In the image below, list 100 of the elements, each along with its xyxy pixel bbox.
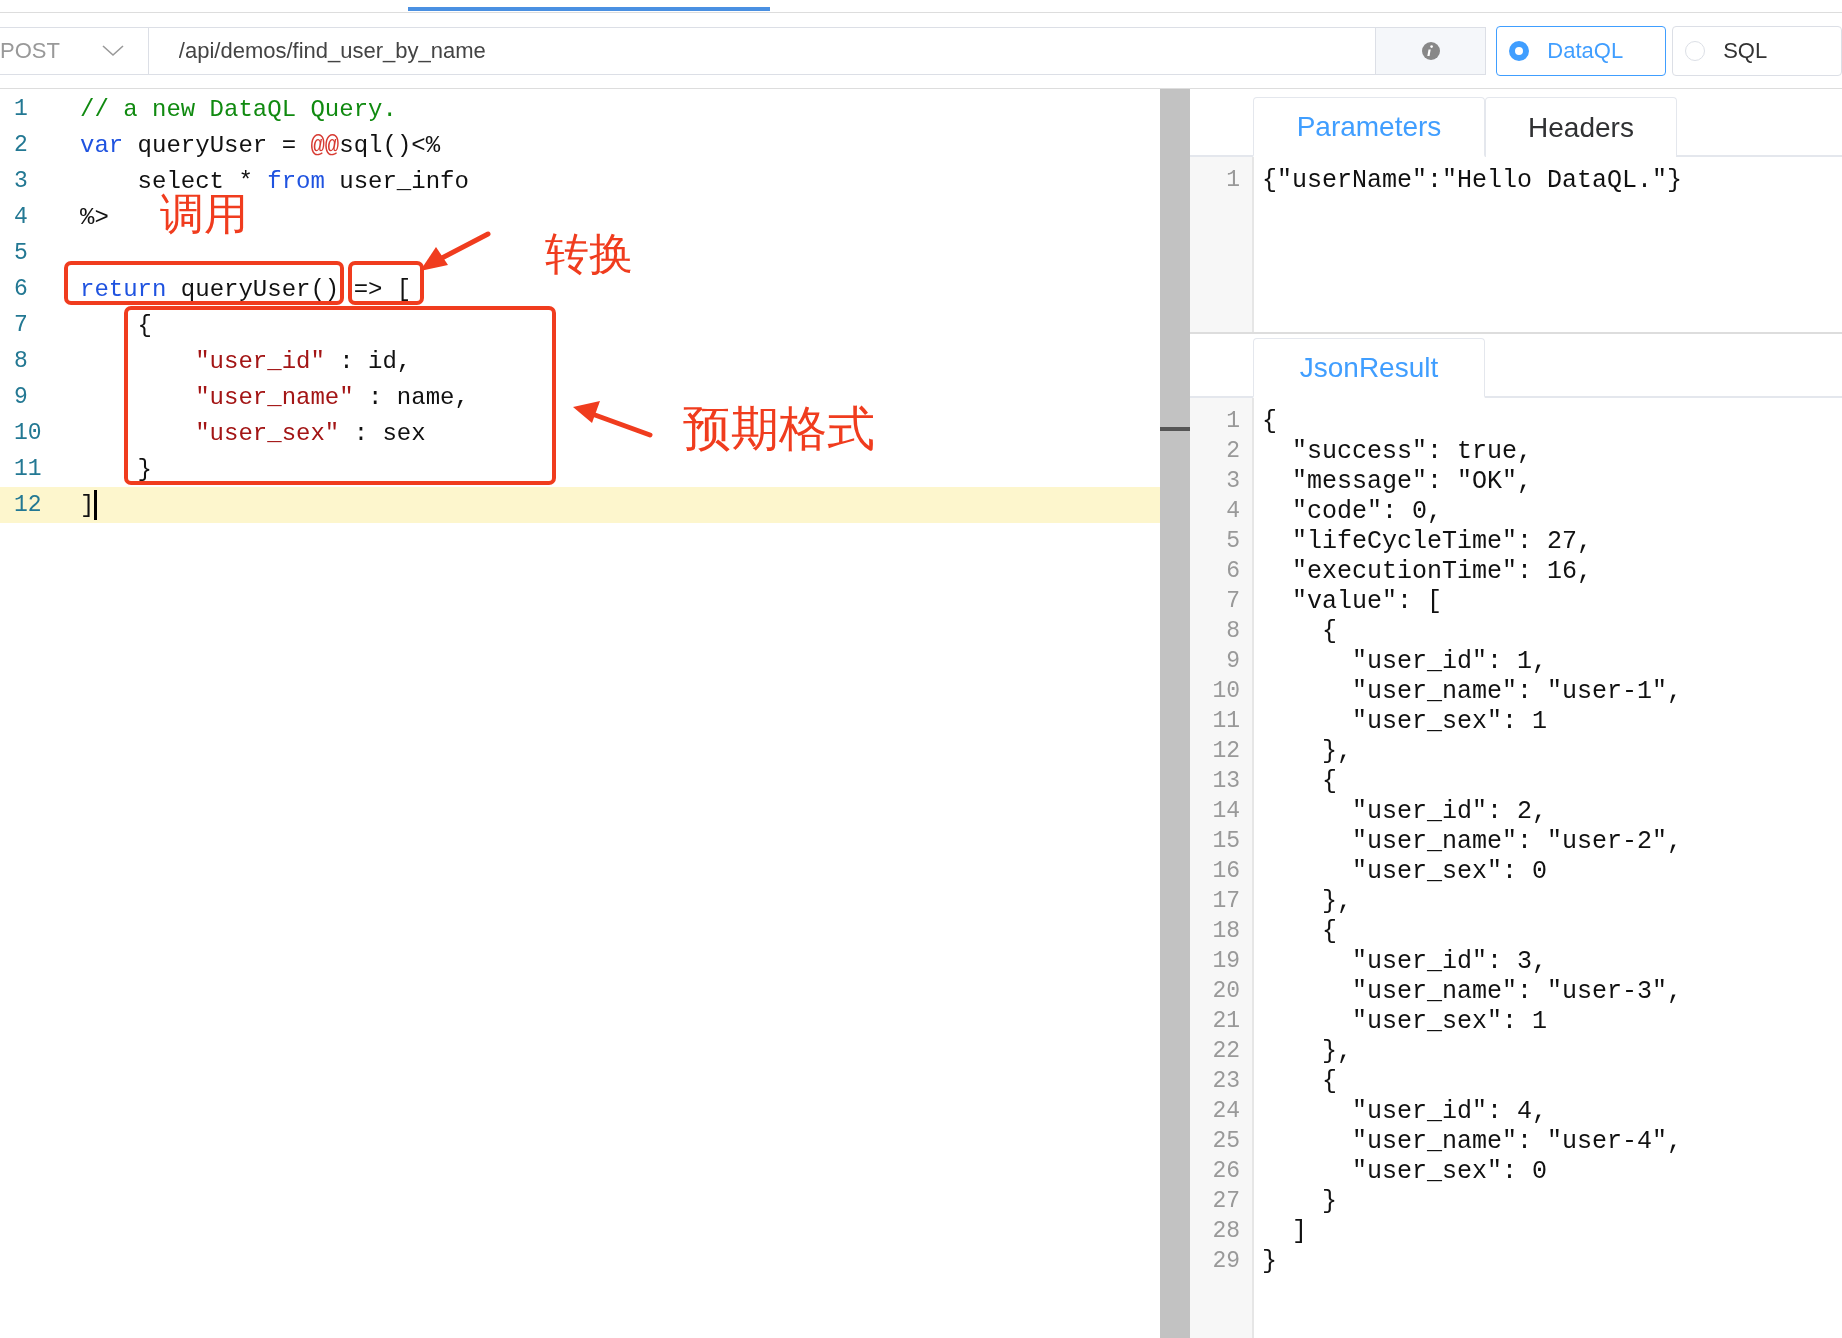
code-line: ] xyxy=(1291,1216,1307,1246)
line-number: 27 xyxy=(1211,1188,1240,1214)
line-number: 8 xyxy=(13,348,29,374)
code-line: }, xyxy=(1321,886,1352,916)
line-number: 4 xyxy=(13,204,29,230)
code-token: } xyxy=(136,455,152,483)
scrollbar[interactable] xyxy=(1160,89,1190,1338)
code-token: sql()<% xyxy=(339,131,441,159)
code-token: user_info xyxy=(338,167,469,195)
line-number: 1 xyxy=(13,96,29,122)
code-token: from xyxy=(267,167,325,195)
panel-tab[interactable]: Headers xyxy=(1485,97,1677,157)
text-cursor xyxy=(94,490,98,520)
annotation-label: 转换 xyxy=(545,227,633,281)
code-token: { xyxy=(136,311,152,339)
code-token: "user_sex" xyxy=(194,419,340,447)
code-line: {"userName":"Hello DataQL."} xyxy=(1262,165,1683,195)
line-number: 26 xyxy=(1211,1158,1240,1184)
info-button[interactable] xyxy=(1376,27,1487,75)
line-number: 6 xyxy=(13,276,29,302)
url-field[interactable]: /api/demos/find_user_by_name xyxy=(147,27,1377,75)
code-token: queryUser = xyxy=(136,131,298,159)
code-line: { xyxy=(1321,1066,1337,1096)
line-number: 10 xyxy=(13,420,43,446)
code-line: }, xyxy=(1321,736,1352,766)
parameters-editor[interactable]: 1 {"userName":"Hello DataQL."} xyxy=(1190,157,1842,334)
code-token: "user_id" xyxy=(194,347,325,375)
code-line: "executionTime": 16, xyxy=(1291,556,1593,586)
line-number: 18 xyxy=(1211,918,1240,944)
line-number: 1 xyxy=(1225,167,1240,193)
line-number: 10 xyxy=(1211,678,1240,704)
line-number: 14 xyxy=(1211,798,1240,824)
line-number: 6 xyxy=(1225,558,1240,584)
code-line: { xyxy=(1321,616,1337,646)
line-number: 3 xyxy=(13,168,29,194)
code-token: ] xyxy=(80,491,95,519)
line-number: 2 xyxy=(13,132,29,158)
code-line: "user_id": 1, xyxy=(1351,646,1548,676)
code-line: "user_id": 3, xyxy=(1351,946,1548,976)
code-token: "user_name" xyxy=(194,383,354,411)
line-number: 28 xyxy=(1211,1218,1240,1244)
code-editor[interactable]: 1 // a new DataQL Query. 2 var queryUser = @@sql()<% 3 select * from user_info 4 %> 5 6 return queryUser() => [ 7 { 8 "user_id" : id, 9 "user_name" : name, 10 "user_sex" : sex 11 } 12 ] 调用 转换 预期格式 xyxy=(0,89,1160,1338)
line-number: 7 xyxy=(1225,588,1240,614)
line-number: 22 xyxy=(1211,1038,1240,1064)
line-number: 5 xyxy=(13,240,29,266)
info-icon xyxy=(1420,41,1441,61)
code-token: queryUser() xyxy=(179,275,340,303)
line-number: 12 xyxy=(13,492,43,518)
chevron-down-icon xyxy=(101,45,124,57)
line-number: 2 xyxy=(1225,438,1240,464)
line-number: 13 xyxy=(1211,768,1240,794)
code-line: "user_sex": 0 xyxy=(1351,856,1548,886)
code-line: "success": true, xyxy=(1291,436,1533,466)
annotation-label: 调用 xyxy=(160,188,248,241)
code-line: "user_id": 2, xyxy=(1351,796,1548,826)
code-line: "user_name": "user-1", xyxy=(1351,676,1683,706)
code-token: return xyxy=(80,275,167,303)
code-token: : name, xyxy=(367,383,469,411)
line-number: 3 xyxy=(1225,468,1240,494)
code-token: @@ xyxy=(310,131,340,159)
line-number: 21 xyxy=(1211,1008,1240,1034)
line-number: 12 xyxy=(1211,738,1240,764)
code-line: } xyxy=(1262,1246,1277,1276)
line-number: 4 xyxy=(1225,498,1240,524)
code-line: "user_name": "user-4", xyxy=(1351,1126,1683,1156)
line-number: 20 xyxy=(1211,978,1240,1004)
code-line: "user_name": "user-2", xyxy=(1351,826,1683,856)
line-number: 11 xyxy=(1211,708,1240,734)
code-line: "user_sex": 1 xyxy=(1351,1006,1548,1036)
code-line: "value": [ xyxy=(1291,586,1443,616)
line-number: 11 xyxy=(13,456,43,482)
code-line: "message": "OK", xyxy=(1291,466,1533,496)
code-line: "code": 0, xyxy=(1291,496,1443,526)
line-number: 24 xyxy=(1211,1098,1240,1124)
line-number: 8 xyxy=(1225,618,1240,644)
line-number: 1 xyxy=(1225,408,1240,434)
line-number: 9 xyxy=(13,384,29,410)
line-number: 16 xyxy=(1211,858,1240,884)
code-token: // a new DataQL Query. xyxy=(80,95,397,123)
code-line: } xyxy=(1321,1186,1337,1216)
code-line: "user_name": "user-3", xyxy=(1351,976,1683,1006)
code-line: { xyxy=(1321,766,1337,796)
code-line: }, xyxy=(1321,1036,1352,1066)
mode-radio-button[interactable]: SQL xyxy=(1672,26,1842,76)
code-line: "user_sex": 0 xyxy=(1351,1156,1548,1186)
line-number: 7 xyxy=(13,312,29,338)
code-token: : sex xyxy=(352,419,426,447)
line-number: 17 xyxy=(1211,888,1240,914)
code-token: %> xyxy=(80,203,109,231)
code-line: { xyxy=(1321,916,1337,946)
code-token: var xyxy=(80,131,124,159)
code-line: { xyxy=(1262,406,1277,436)
annotation-label: 预期格式 xyxy=(683,399,875,458)
arrow xyxy=(420,231,491,271)
line-number: 23 xyxy=(1211,1068,1240,1094)
line-number: 15 xyxy=(1211,828,1240,854)
code-line: "lifeCycleTime": 27, xyxy=(1291,526,1593,556)
line-number: 29 xyxy=(1211,1248,1240,1274)
code-token: : id, xyxy=(338,347,412,375)
line-number: 5 xyxy=(1225,528,1240,554)
